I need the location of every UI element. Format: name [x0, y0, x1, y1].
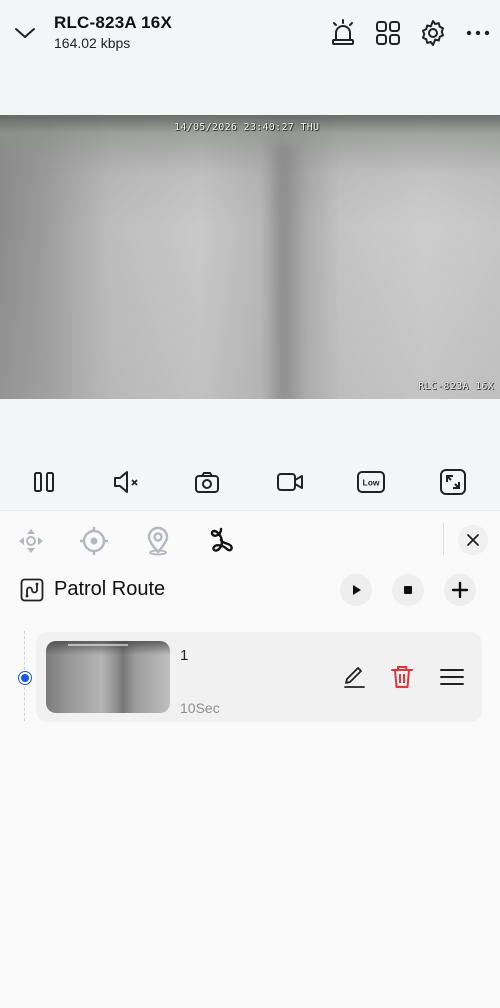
- timeline-dot: [19, 672, 31, 684]
- top-bar: RLC-823A 16X 164.02 kbps: [0, 0, 500, 115]
- gear-icon[interactable]: [418, 18, 448, 48]
- tab-divider: [443, 523, 444, 555]
- video-timestamp: 14/05/2026 23:40:27 THU: [174, 122, 320, 133]
- fullscreen-icon[interactable]: [437, 466, 469, 498]
- drag-handle-icon[interactable]: [437, 662, 467, 692]
- record-icon[interactable]: [274, 466, 306, 498]
- live-controls-bar: Low: [0, 462, 500, 502]
- pause-icon[interactable]: [28, 466, 60, 498]
- preset-thumbnail: [46, 641, 170, 713]
- mute-icon[interactable]: [111, 466, 143, 498]
- patrol-route-title: Patrol Route: [54, 578, 166, 600]
- siren-icon[interactable]: [328, 18, 358, 48]
- quality-icon[interactable]: Low: [355, 466, 387, 498]
- snapshot-icon[interactable]: [191, 466, 223, 498]
- patrol-icon[interactable]: [205, 525, 237, 557]
- camera-name: RLC-823A 16X: [54, 13, 172, 32]
- location-pin-icon[interactable]: [142, 525, 174, 557]
- grid-view-icon[interactable]: [373, 18, 403, 48]
- close-icon[interactable]: [458, 525, 488, 555]
- more-icon[interactable]: [463, 18, 493, 48]
- route-icon: [20, 578, 44, 602]
- preset-name: 1: [180, 647, 189, 664]
- preset-target-icon[interactable]: [78, 525, 110, 557]
- video-camera-label: RLC-823A 16X: [418, 381, 494, 392]
- preset-duration: 10Sec: [180, 700, 220, 716]
- delete-icon[interactable]: [387, 662, 417, 692]
- ptz-panel: Patrol Route 1 10Sec: [0, 510, 500, 1008]
- live-video-feed[interactable]: 14/05/2026 23:40:27 THU RLC-823A 16X: [0, 115, 500, 399]
- stop-icon[interactable]: [392, 574, 424, 606]
- add-icon[interactable]: [444, 574, 476, 606]
- edit-icon[interactable]: [339, 662, 369, 692]
- quality-label: Low: [363, 478, 380, 488]
- chevron-down-icon[interactable]: [12, 20, 38, 46]
- bitrate-label: 164.02 kbps: [54, 35, 131, 51]
- list-item[interactable]: 1 10Sec: [36, 632, 482, 722]
- ptz-direction-icon[interactable]: [15, 525, 47, 557]
- play-icon[interactable]: [340, 574, 372, 606]
